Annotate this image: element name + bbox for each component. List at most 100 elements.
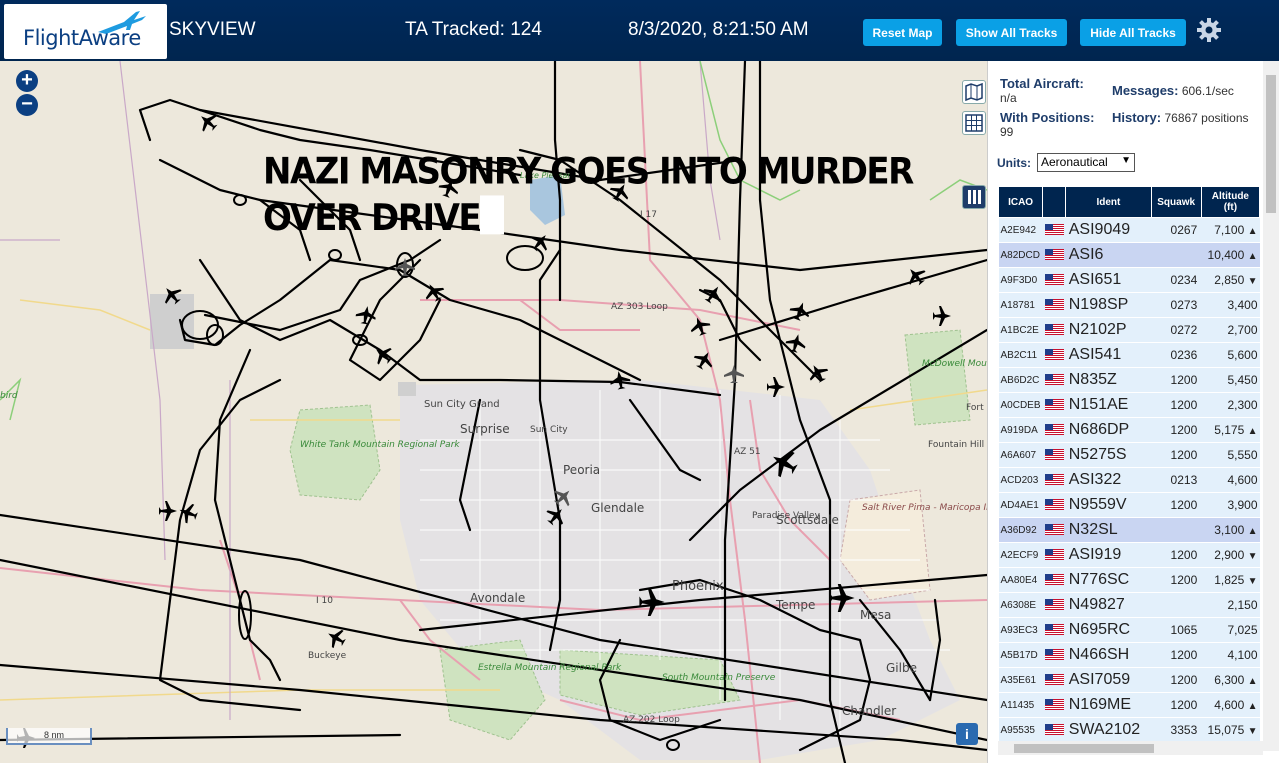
altitude-value: 2,150: [1227, 598, 1258, 612]
cell-altitude: 5,175 ▲: [1201, 417, 1260, 443]
table-row[interactable]: A919DA N686DP 1200 5,175 ▲: [998, 417, 1260, 443]
table-row[interactable]: A36D92 N32SL 3,100 ▲: [998, 517, 1260, 543]
map-label-az51: AZ 51: [734, 447, 761, 457]
vertical-scrollbar[interactable]: [1263, 61, 1279, 751]
altitude-value: 4,100: [1227, 648, 1258, 662]
cell-ident: ASI651: [1065, 267, 1152, 293]
altitude-value: 2,900: [1214, 548, 1245, 562]
cell-altitude: 2,900 ▼: [1201, 542, 1260, 568]
cell-icao: A35E61: [998, 667, 1043, 693]
app-name: SKYVIEW: [169, 19, 256, 40]
cell-altitude: 2,700: [1201, 317, 1260, 343]
table-row[interactable]: A18781 N198SP 0273 3,400: [998, 292, 1260, 318]
table-row[interactable]: A95535 SWA2102 3353 15,075 ▼: [998, 717, 1260, 741]
cell-icao: A6A607: [998, 442, 1043, 468]
table-row[interactable]: A6A607 N5275S 1200 5,550: [998, 442, 1260, 468]
cell-squawk: 0272: [1151, 317, 1202, 343]
reset-map-button[interactable]: Reset Map: [863, 19, 942, 46]
column-header-icao[interactable]: ICAO: [998, 186, 1044, 218]
cell-squawk: 1200: [1151, 417, 1202, 443]
cell-squawk: 1200: [1151, 567, 1202, 593]
us-flag-icon: [1042, 217, 1066, 243]
table-row[interactable]: A9F3D0 ASI651 0234 2,850 ▼: [998, 267, 1260, 293]
cell-altitude: 1,825 ▼: [1201, 567, 1260, 593]
cell-ident: ASI541: [1065, 342, 1152, 368]
gear-icon[interactable]: [1196, 17, 1222, 43]
table-row[interactable]: A5B17D N466SH 1200 4,100: [998, 642, 1260, 668]
overlay-caption-line2-wrap: OVER DRIVE: [263, 195, 913, 241]
us-flag-icon: [1042, 617, 1066, 643]
table-row[interactable]: AD4AE1 N9559V 1200 3,900: [998, 492, 1260, 518]
map-label-az303: AZ 303 Loop: [611, 302, 668, 312]
info-button[interactable]: i: [956, 723, 978, 745]
cell-ident: N835Z: [1065, 367, 1152, 393]
messages-label: Messages:: [1112, 83, 1179, 98]
us-flag-icon: [1042, 492, 1066, 518]
cell-altitude: 6,300 ▲: [1201, 667, 1260, 693]
us-flag-icon: [1042, 317, 1066, 343]
cell-ident: N5275S: [1065, 442, 1152, 468]
table-row[interactable]: A35E61 ASI7059 1200 6,300 ▲: [998, 667, 1260, 693]
cell-altitude: 3,400: [1201, 292, 1260, 318]
hide-all-tracks-button[interactable]: Hide All Tracks: [1080, 19, 1186, 46]
table-row[interactable]: A6308E N49827 2,150: [998, 592, 1260, 618]
us-flag-icon: [1042, 717, 1066, 741]
map-layers-icon[interactable]: [962, 80, 986, 104]
cell-altitude: 4,600 ▲: [1201, 692, 1260, 718]
us-flag-icon: [1042, 392, 1066, 418]
map-label-mcdowell: McDowell Mountain Regional Park: [922, 359, 987, 369]
cell-icao: A82DCD: [998, 242, 1043, 268]
altitude-value: 1,825: [1214, 573, 1245, 587]
with-positions-label: With Positions:: [1000, 110, 1095, 125]
table-row[interactable]: AB2C11 ASI541 0236 5,600: [998, 342, 1260, 368]
cell-icao: A2E942: [998, 217, 1043, 243]
scrollbar-thumb[interactable]: [1014, 744, 1154, 753]
total-aircraft-value: n/a: [1000, 91, 1017, 105]
cell-altitude: 5,600: [1201, 342, 1260, 368]
table-row[interactable]: A82DCD ASI6 10,400 ▲: [998, 242, 1260, 268]
altitude-trend-icon: ▲: [1247, 526, 1258, 537]
flightaware-logo[interactable]: FlightAware: [4, 4, 167, 59]
column-header-flag[interactable]: [1042, 186, 1067, 218]
zoom-in-button[interactable]: +: [16, 70, 38, 92]
cell-ident: ASI322: [1065, 467, 1152, 493]
scrollbar-thumb[interactable]: [1266, 75, 1276, 213]
cell-squawk: 0236: [1151, 342, 1202, 368]
aircraft-table[interactable]: ICAO Ident Squawk Altitude (ft) A2E942 AS…: [998, 186, 1260, 741]
units-select[interactable]: Aeronautical ▼: [1037, 153, 1135, 172]
zoom-out-button[interactable]: −: [16, 94, 38, 116]
map-label-sun-city-grand: Sun City Grand: [424, 399, 500, 410]
column-header-altitude[interactable]: Altitude (ft): [1200, 186, 1260, 218]
column-header-ident[interactable]: Ident: [1065, 186, 1152, 218]
table-row[interactable]: A0CDEB N151AE 1200 2,300: [998, 392, 1260, 418]
table-row[interactable]: A1BC2E N2102P 0272 2,700: [998, 317, 1260, 343]
table-row[interactable]: AB6D2C N835Z 1200 5,450: [998, 367, 1260, 393]
table-row[interactable]: A2E942 ASI9049 0267 7,100 ▲: [998, 217, 1260, 243]
columns-toggle-icon[interactable]: [962, 185, 986, 209]
map-label-avondale: Avondale: [470, 591, 525, 605]
cell-squawk: 1200: [1151, 442, 1202, 468]
with-positions-value: 99: [1000, 125, 1014, 139]
altitude-trend-icon: ▲: [1247, 426, 1258, 437]
column-header-squawk[interactable]: Squawk: [1150, 186, 1202, 218]
map-label-peoria: Peoria: [563, 463, 600, 477]
table-row[interactable]: A93EC3 N695RC 1065 7,025: [998, 617, 1260, 643]
table-row[interactable]: A2ECF9 ASI919 1200 2,900 ▼: [998, 542, 1260, 568]
us-flag-icon: [1042, 267, 1066, 293]
grid-icon[interactable]: [962, 111, 986, 135]
altitude-trend-icon: ▼: [1247, 726, 1258, 737]
us-flag-icon: [1042, 642, 1066, 668]
altitude-value: 5,450: [1227, 373, 1258, 387]
cell-squawk: 0267: [1151, 217, 1202, 243]
history-stat: History: 76867 positions: [1112, 111, 1252, 126]
map-view[interactable]: Lake Pleasant AZ 303 Loop I 17 McDowell …: [0, 61, 987, 763]
horizontal-scrollbar[interactable]: [998, 741, 1263, 755]
map-label-mesa: Mesa: [860, 608, 891, 622]
cell-icao: A95535: [998, 717, 1043, 741]
table-row[interactable]: ACD203 ASI322 0213 4,600: [998, 467, 1260, 493]
cell-altitude: 4,600: [1201, 467, 1260, 493]
table-row[interactable]: A11435 N169ME 1200 4,600 ▲: [998, 692, 1260, 718]
cell-ident: ASI6: [1065, 242, 1152, 268]
show-all-tracks-button[interactable]: Show All Tracks: [956, 19, 1067, 46]
table-row[interactable]: AA80E4 N776SC 1200 1,825 ▼: [998, 567, 1260, 593]
